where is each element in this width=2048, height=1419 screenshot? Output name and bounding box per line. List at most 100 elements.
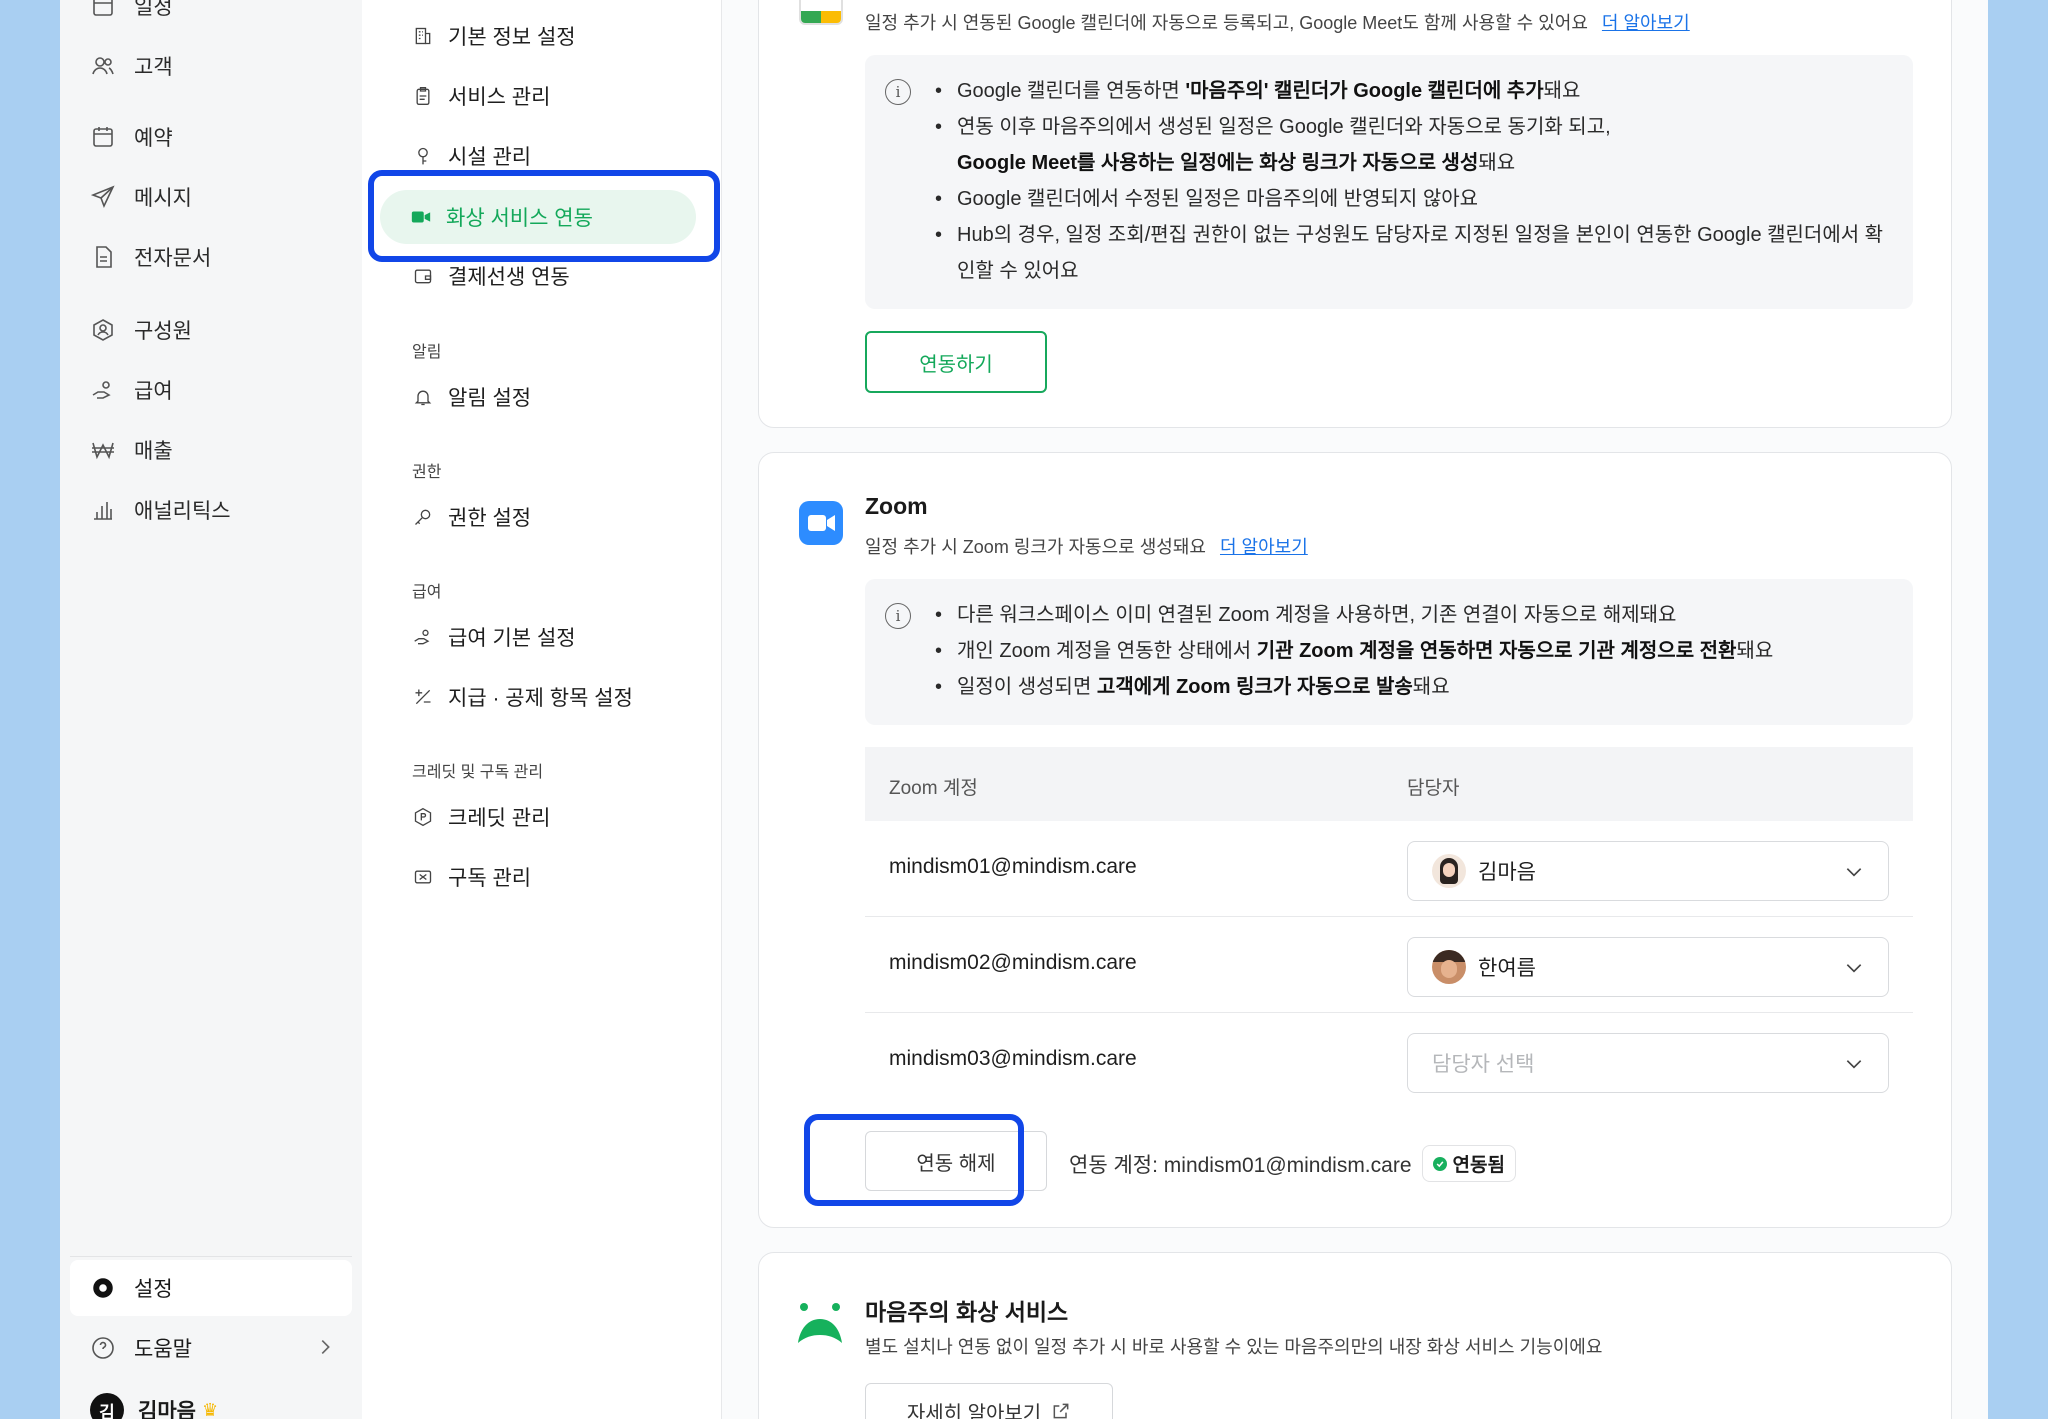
avatar <box>1432 950 1466 984</box>
subnav-label: 알림 설정 <box>448 387 532 410</box>
subnav-label: 서비스 관리 <box>448 86 551 109</box>
info-bullet: 다른 워크스페이스 이미 연결된 Zoom 계정을 사용하면, 기존 연결이 자… <box>935 597 1889 633</box>
subnav-payroll-items[interactable]: 지급 · 공제 항목 설정 <box>412 677 633 717</box>
subnav-basic-info[interactable]: 기본 정보 설정 <box>412 16 576 56</box>
table-row: mindism02@mindism.care 한여름 <box>865 917 1913 1013</box>
building-icon <box>412 25 434 47</box>
subnav-label: 지급 · 공제 항목 설정 <box>448 687 633 710</box>
zoom-account-email: mindism02@mindism.care <box>889 951 1137 974</box>
key-icon <box>412 145 434 167</box>
nav-label: 메시지 <box>134 187 192 210</box>
manager-select[interactable]: 담당자 선택 <box>1407 1033 1889 1093</box>
nav-item-analytics[interactable]: 애널리틱스 <box>90 490 231 530</box>
nav-settings[interactable]: 설정 <box>70 1260 352 1316</box>
info-bullet: Google 캘린더에서 수정된 일정은 마음주의에 반영되지 않아요 <box>935 181 1889 217</box>
col-manager: 담당자 <box>1407 778 1460 799</box>
zoom-card: Zoom 일정 추가 시 Zoom 링크가 자동으로 생성돼요 더 알아보기 i… <box>758 452 1952 1228</box>
subnav-services[interactable]: 서비스 관리 <box>412 76 550 116</box>
nav-label: 급여 <box>134 380 173 403</box>
nav-label: 매출 <box>134 440 173 463</box>
section-heading-alert: 알림 <box>412 344 442 361</box>
section-heading-permission: 권한 <box>412 464 442 481</box>
zoom-account-email: mindism01@mindism.care <box>889 855 1137 878</box>
avatar <box>1432 854 1466 888</box>
avatar: 김 <box>90 1393 124 1419</box>
nav-label: 일정 <box>134 0 173 19</box>
subnav-permission-settings[interactable]: 권한 설정 <box>412 497 531 537</box>
bar-chart-icon <box>90 497 116 523</box>
nav-item-sales[interactable]: 매출 <box>90 430 173 470</box>
document-icon <box>90 244 116 270</box>
google-calendar-icon <box>799 0 843 25</box>
mindism-logo-icon <box>795 1299 845 1347</box>
chevron-down-icon <box>1846 964 1862 973</box>
internal-video-title: 마음주의 화상 서비스 <box>865 1299 1069 1325</box>
zoom-icon <box>799 501 843 545</box>
google-learn-more-link[interactable]: 더 알아보기 <box>1602 9 1690 35</box>
chevron-down-icon <box>1846 1060 1862 1069</box>
nav-item-schedule[interactable]: 일정 <box>90 0 173 26</box>
nav-label: 애널리틱스 <box>134 500 231 523</box>
nav-divider <box>70 1256 352 1257</box>
subnav-payroll-basic[interactable]: 급여 기본 설정 <box>412 617 576 657</box>
nav-help[interactable]: 도움말 <box>70 1320 352 1376</box>
key-icon <box>412 506 434 528</box>
connected-account-text: 연동 계정: mindism01@mindism.care <box>1069 1153 1412 1177</box>
nav-label: 예약 <box>134 127 173 150</box>
zoom-info-box: i 다른 워크스페이스 이미 연결된 Zoom 계정을 사용하면, 기존 연결이… <box>865 579 1913 725</box>
send-icon <box>90 184 116 210</box>
chevron-right-icon <box>314 1336 336 1364</box>
nav-item-messages[interactable]: 메시지 <box>90 177 192 217</box>
zoom-info-list: 다른 워크스페이스 이미 연결된 Zoom 계정을 사용하면, 기존 연결이 자… <box>935 597 1889 705</box>
highlight-box-disconnect <box>804 1114 1024 1206</box>
nav-item-documents[interactable]: 전자문서 <box>90 237 211 277</box>
nav-item-members[interactable]: 구성원 <box>90 310 192 350</box>
wallet-icon <box>412 265 434 287</box>
google-info-box: i Google 캘린더를 연동하면 '마음주의' 캘린더가 Google 캘린… <box>865 55 1913 309</box>
main-sidebar: 일정 고객 예약 메시지 전자문서 구성원 급여 매출 애널리틱스 설정 도움말… <box>60 0 362 1419</box>
calendar-31-icon <box>90 0 116 19</box>
internal-video-card: 마음주의 화상 서비스 별도 설치나 연동 없이 일정 추가 시 바로 사용할 … <box>758 1252 1952 1419</box>
zoom-learn-more-link[interactable]: 더 알아보기 <box>1220 533 1308 559</box>
plus-minus-icon <box>412 686 434 708</box>
zoom-connection-status: 연동 계정: mindism01@mindism.care 연동됨 <box>1069 1145 1516 1182</box>
subnav-label: 급여 기본 설정 <box>448 627 576 650</box>
zoom-account-email: mindism03@mindism.care <box>889 1047 1137 1070</box>
zoom-table-header: Zoom 계정 담당자 <box>865 747 1913 821</box>
info-bullet: 개인 Zoom 계정을 연동한 상태에서 기관 Zoom 계정을 연동하면 자동… <box>935 633 1889 669</box>
section-heading-payroll: 급여 <box>412 584 442 601</box>
internal-video-description: 별도 설치나 연동 없이 일정 추가 시 바로 사용할 수 있는 마음주의만의 … <box>865 1337 1603 1357</box>
info-bullet: 연동 이후 마음주의에서 생성된 일정은 Google 캘린더와 자동으로 동기… <box>935 109 1889 181</box>
chevron-down-icon <box>1846 868 1862 877</box>
app-window: 일정 고객 예약 메시지 전자문서 구성원 급여 매출 애널리틱스 설정 도움말… <box>60 0 1988 1419</box>
subnav-credit[interactable]: 크레딧 관리 <box>412 797 550 837</box>
member-icon <box>90 317 116 343</box>
zoom-title: Zoom <box>865 493 928 519</box>
external-link-icon <box>1053 1403 1069 1419</box>
nav-label: 전자문서 <box>134 247 212 270</box>
google-description: 일정 추가 시 연동된 Google 캘린더에 자동으로 등록되고, Googl… <box>865 9 1690 35</box>
subnav-subscription[interactable]: 구독 관리 <box>412 857 531 897</box>
col-zoom-account: Zoom 계정 <box>889 778 978 799</box>
manager-select[interactable]: 김마음 <box>1407 841 1889 901</box>
manager-name: 김마음 <box>1478 861 1536 884</box>
subnav-alert-settings[interactable]: 알림 설정 <box>412 377 531 417</box>
user-name: 김마음 <box>138 1400 196 1419</box>
manager-select[interactable]: 한여름 <box>1407 937 1889 997</box>
subnav-payment[interactable]: 결제선생 연동 <box>412 256 570 296</box>
nav-user[interactable]: 김 김마음 ♛ <box>70 1382 352 1419</box>
manager-name: 한여름 <box>1478 957 1536 980</box>
info-icon: i <box>885 603 911 629</box>
subnav-label: 기본 정보 설정 <box>448 26 576 49</box>
nav-item-customers[interactable]: 고객 <box>90 46 173 86</box>
google-connect-button[interactable]: 연동하기 <box>865 331 1047 393</box>
subnav-label: 권한 설정 <box>448 507 532 530</box>
section-heading-credit: 크레딧 및 구독 관리 <box>412 764 544 781</box>
nav-item-payroll[interactable]: 급여 <box>90 370 173 410</box>
subscription-icon <box>412 866 434 888</box>
subnav-label: 결제선생 연동 <box>448 266 570 289</box>
details-button[interactable]: 자세히 알아보기 <box>865 1383 1113 1419</box>
info-bullet: 일정이 생성되면 고객에게 Zoom 링크가 자동으로 발송돼요 <box>935 669 1889 705</box>
nav-item-booking[interactable]: 예약 <box>90 117 173 157</box>
info-icon: i <box>885 79 911 105</box>
